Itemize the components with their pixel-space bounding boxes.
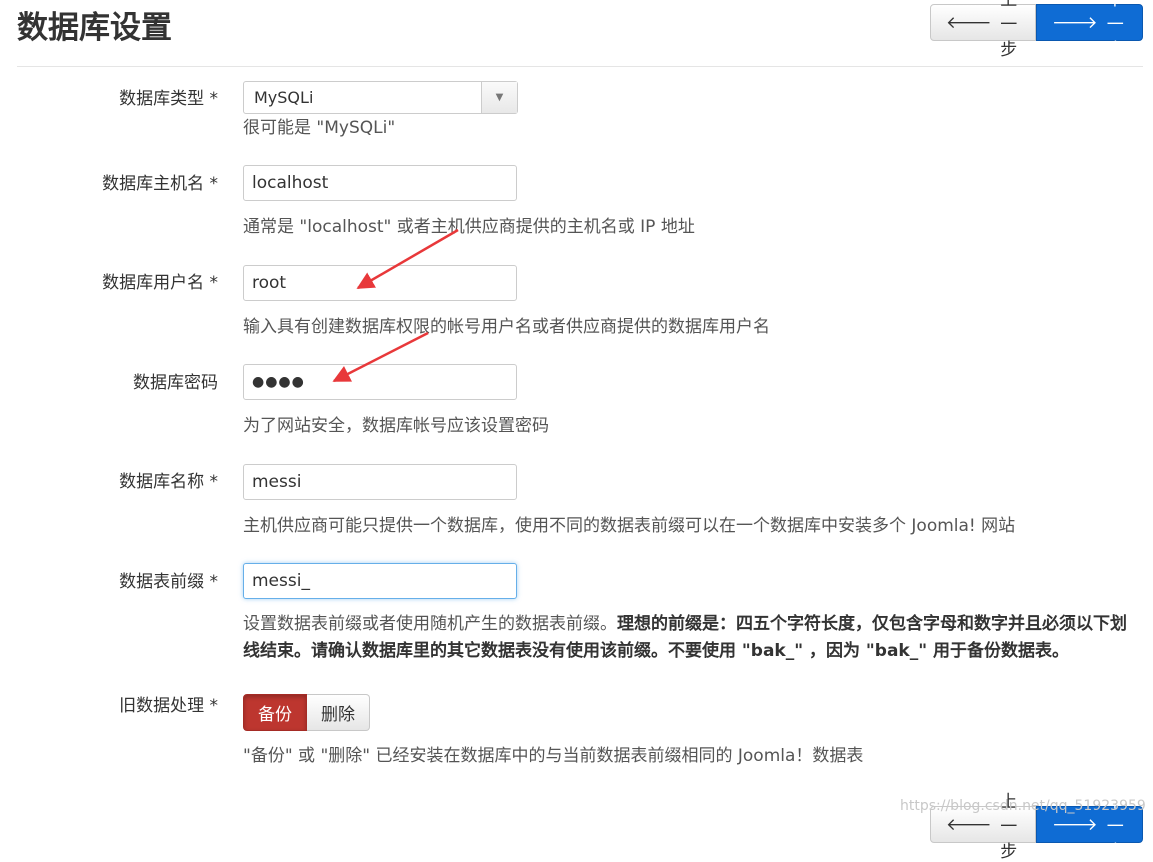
watermark: https://blog.csdn.net/qq_51923959: [900, 798, 1146, 814]
prev-button[interactable]: 🡐 上一步: [930, 0, 1036, 60]
db-user-value: root: [252, 273, 287, 293]
arrow-left-icon: 🡐: [946, 12, 992, 33]
db-user-label: 数据库用户名 *: [102, 273, 218, 293]
db-host-input[interactable]: localhost: [243, 165, 517, 201]
db-type-help: 很可能是 "MySQLi": [243, 118, 396, 138]
db-host-value: localhost: [252, 173, 329, 193]
caret-down-icon[interactable]: ▼: [481, 82, 517, 113]
db-prefix-input[interactable]: messi_: [243, 563, 517, 599]
db-type-label: 数据库类型 *: [119, 89, 218, 109]
option-backup[interactable]: 备份: [243, 694, 307, 731]
db-prefix-help: 设置数据表前缀或者使用随机产生的数据表前缀。理想的前缀是：四五个字符长度，仅包含…: [243, 611, 1143, 665]
db-name-help: 主机供应商可能只提供一个数据库，使用不同的数据表前缀可以在一个数据库中安装多个 …: [243, 516, 1016, 536]
db-old-options: 备份 删除: [243, 694, 370, 731]
db-prefix-value: messi_: [252, 571, 310, 591]
db-pass-help: 为了网站安全，数据库帐号应该设置密码: [243, 416, 549, 436]
db-pass-label: 数据库密码: [133, 373, 218, 393]
db-name-input[interactable]: messi: [243, 464, 517, 500]
title-divider: [17, 66, 1143, 67]
db-host-help: 通常是 "localhost" 或者主机供应商提供的主机名或 IP 地址: [243, 217, 695, 237]
nav-buttons-top: 🡐 上一步 🡒 下一步: [930, 0, 1143, 60]
db-name-value: messi: [252, 472, 302, 492]
db-old-help: "备份" 或 "删除" 已经安装在数据库中的与当前数据表前缀相同的 Joomla…: [243, 746, 864, 766]
db-pass-input[interactable]: ●●●●: [243, 364, 517, 400]
db-user-help: 输入具有创建数据库权限的帐号用户名或者供应商提供的数据库用户名: [243, 317, 770, 337]
db-type-select[interactable]: MySQLi ▼: [243, 81, 518, 114]
db-pass-value: ●●●●: [252, 374, 305, 390]
arrow-right-icon: 🡒: [1052, 12, 1098, 33]
prev-button-label: 上一步: [1000, 0, 1018, 60]
db-user-input[interactable]: root: [243, 265, 517, 301]
db-prefix-label: 数据表前缀 *: [119, 572, 218, 592]
next-button[interactable]: 🡒 下一步: [1036, 0, 1143, 60]
db-name-label: 数据库名称 *: [119, 472, 218, 492]
option-delete[interactable]: 删除: [307, 694, 370, 731]
arrow-left-icon: 🡐: [946, 814, 992, 835]
db-old-label: 旧数据处理 *: [119, 696, 218, 716]
page-title: 数据库设置: [17, 10, 172, 46]
db-type-value: MySQLi: [254, 88, 314, 107]
arrow-right-icon: 🡒: [1052, 814, 1098, 835]
db-host-label: 数据库主机名 *: [102, 174, 218, 194]
db-prefix-help-text: 设置数据表前缀或者使用随机产生的数据表前缀。: [243, 614, 617, 634]
next-button-label: 下一步: [1106, 0, 1124, 60]
